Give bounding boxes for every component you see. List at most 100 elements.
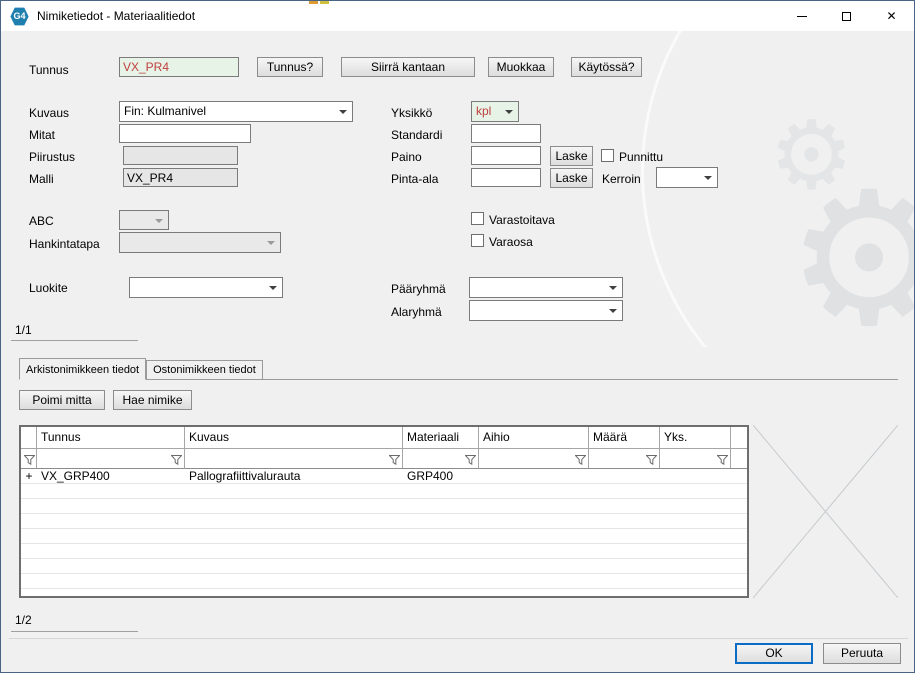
empty-table-row[interactable] (21, 544, 747, 559)
screen-artifact (320, 1, 329, 4)
filter-funnel-icon[interactable] (388, 455, 401, 466)
filter-funnel-icon[interactable] (716, 455, 729, 466)
gear-icon: ⚙ (786, 151, 914, 347)
filter-funnel-icon[interactable] (23, 455, 36, 466)
column-header-kuvaus[interactable]: Kuvaus (185, 427, 403, 449)
title-bar[interactable]: G4 Nimiketiedot - Materiaalitiedot ✕ (1, 1, 914, 31)
kerroin-label: Kerroin (602, 172, 641, 186)
hae-nimike-button[interactable]: Hae nimike (113, 390, 192, 410)
close-button[interactable]: ✕ (869, 1, 914, 31)
column-header-materiaali[interactable]: Materiaali (403, 427, 479, 449)
hankintatapa-combo[interactable] (119, 232, 281, 253)
tab-arkistonimikkeen-tiedot[interactable]: Arkistonimikkeen tiedot (19, 358, 147, 380)
abc-combo[interactable] (119, 210, 169, 230)
alaryhma-label: Alaryhmä (391, 305, 442, 319)
cell-aihio[interactable] (479, 469, 589, 484)
chevron-down-icon (269, 286, 277, 290)
yksikko-combo[interactable]: kpl (471, 101, 519, 122)
cell-yks[interactable] (660, 469, 731, 484)
empty-table-row[interactable] (21, 589, 747, 596)
minimize-button[interactable] (779, 1, 824, 31)
muokkaa-button[interactable]: Muokkaa (488, 57, 554, 77)
punnittu-label: Punnittu (619, 150, 664, 164)
empty-table-row[interactable] (21, 514, 747, 529)
varastoitava-label: Varastoitava (489, 213, 555, 227)
paino-label: Paino (391, 150, 422, 164)
grid-filter-row (21, 449, 747, 469)
laske-pinta-ala-button[interactable]: Laske (550, 168, 593, 188)
maximize-button[interactable] (824, 1, 869, 31)
standardi-label: Standardi (391, 128, 443, 142)
filter-cell[interactable] (479, 449, 589, 469)
cell-tunnus[interactable]: VX_GRP400 (37, 469, 185, 484)
filter-cell[interactable] (21, 449, 37, 469)
filter-funnel-icon[interactable] (574, 455, 587, 466)
column-header-maara[interactable]: Määrä (589, 427, 660, 449)
filter-funnel-icon[interactable] (464, 455, 477, 466)
kuvaus-combo[interactable]: Fin: Kulmanivel (119, 101, 353, 122)
alaryhma-combo[interactable] (469, 300, 623, 321)
kuvaus-label: Kuvaus (29, 106, 70, 120)
filter-cell-filler (731, 449, 747, 469)
chevron-down-icon (339, 110, 347, 114)
siirra-kantaan-button[interactable]: Siirrä kantaan (341, 57, 475, 77)
poimi-mitta-button[interactable]: Poimi mitta (19, 390, 105, 410)
filter-cell[interactable] (589, 449, 660, 469)
chevron-down-icon (505, 110, 513, 114)
kerroin-combo[interactable] (656, 167, 718, 188)
pinta-ala-input[interactable] (471, 168, 541, 187)
filter-funnel-icon[interactable] (645, 455, 658, 466)
kaytossa-button[interactable]: Käytössä? (571, 57, 642, 77)
empty-table-row[interactable] (21, 529, 747, 544)
luokite-combo[interactable] (129, 277, 283, 298)
filter-cell[interactable] (37, 449, 185, 469)
dialog-window: G4 Nimiketiedot - Materiaalitiedot ✕ ⚙ ⚙… (0, 0, 915, 673)
empty-table-row[interactable] (21, 499, 747, 514)
cell-kuvaus[interactable]: Pallografiittivalurauta (185, 469, 403, 484)
page-divider (11, 340, 138, 341)
tab-strip: Arkistonimikkeen tiedot Ostonimikkeen ti… (19, 358, 898, 380)
laske-paino-button[interactable]: Laske (550, 146, 593, 166)
empty-table-row[interactable] (21, 559, 747, 574)
column-header-aihio[interactable]: Aihio (479, 427, 589, 449)
grid-page-indicator: 1/2 (15, 613, 32, 627)
app-icon-text: G4 (13, 11, 26, 21)
cell-maara[interactable] (589, 469, 660, 484)
ok-button[interactable]: OK (735, 643, 813, 664)
tab-ostonimikkeen-tiedot[interactable]: Ostonimikkeen tiedot (146, 360, 263, 379)
luokite-label: Luokite (29, 281, 68, 295)
cell-materiaali[interactable]: GRP400 (403, 469, 479, 484)
empty-table-row[interactable] (21, 574, 747, 589)
minimize-icon (796, 15, 807, 17)
table-row[interactable]: + VX_GRP400 Pallografiittivalurauta GRP4… (21, 469, 747, 484)
varastoitava-checkbox[interactable] (471, 212, 484, 225)
malli-label: Malli (29, 172, 54, 186)
filter-cell[interactable] (185, 449, 403, 469)
filter-cell[interactable] (403, 449, 479, 469)
screen-artifact (309, 1, 318, 4)
varaosa-checkbox[interactable] (471, 234, 484, 247)
form-page-indicator: 1/1 (15, 323, 32, 337)
yksikko-combo-value: kpl (476, 104, 492, 118)
paino-input[interactable] (471, 146, 541, 165)
peruuta-button[interactable]: Peruuta (823, 643, 901, 664)
app-icon: G4 (10, 7, 29, 26)
mitat-input[interactable] (119, 124, 251, 143)
tunnus-input[interactable] (119, 57, 239, 77)
piirustus-input[interactable] (123, 146, 238, 165)
tunnus-query-button[interactable]: Tunnus? (257, 57, 323, 77)
marker-column-header[interactable] (21, 427, 37, 449)
gear-icon: ⚙ (768, 103, 854, 209)
chevron-down-icon (609, 309, 617, 313)
malli-input[interactable] (123, 168, 238, 187)
standardi-input[interactable] (471, 124, 541, 143)
filter-funnel-icon[interactable] (170, 455, 183, 466)
hankintatapa-label: Hankintatapa (29, 237, 100, 251)
row-expand-marker[interactable]: + (21, 469, 37, 484)
punnittu-checkbox[interactable] (601, 149, 614, 162)
column-header-tunnus[interactable]: Tunnus (37, 427, 185, 449)
paaryhma-combo[interactable] (469, 277, 623, 298)
empty-table-row[interactable] (21, 484, 747, 499)
column-header-yks[interactable]: Yks. (660, 427, 731, 449)
filter-cell[interactable] (660, 449, 731, 469)
